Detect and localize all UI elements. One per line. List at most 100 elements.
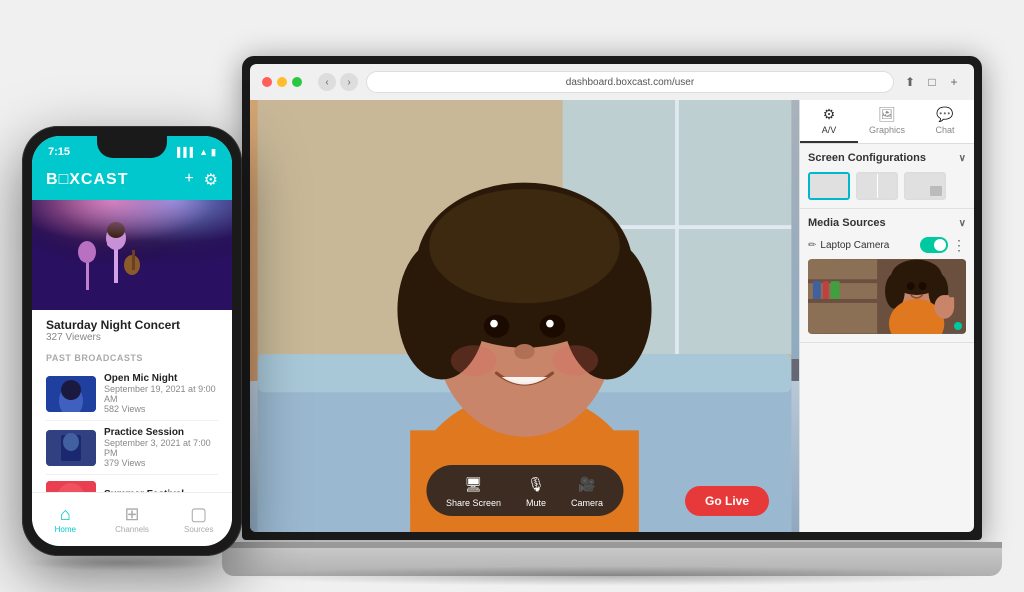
- av-tab-icon: ⚙: [823, 106, 836, 123]
- config-full-screen[interactable]: [808, 172, 850, 200]
- source-item-header: ✏ Laptop Camera ⋮: [808, 237, 966, 253]
- media-sources-label: Media Sources: [808, 217, 886, 229]
- home-icon: ⌂: [60, 505, 71, 523]
- status-time: 7:15: [48, 146, 70, 158]
- camera-label: Camera: [571, 498, 603, 508]
- camera-toggle[interactable]: [920, 237, 948, 253]
- maximize-button[interactable]: [292, 77, 302, 87]
- camera-preview-image: [808, 259, 966, 334]
- share-screen-button[interactable]: 🖥 Share Screen: [446, 473, 501, 508]
- video-area: 🖥 Share Screen 🎙 Mute 🎥 Camera: [250, 100, 799, 532]
- status-icons: ▌▌▌ ▲ ▮: [177, 147, 216, 158]
- camera-button[interactable]: 🎥 Camera: [571, 473, 603, 508]
- signal-icon: ▌▌▌: [177, 147, 196, 157]
- config-pip-preview: [930, 186, 942, 196]
- broadcast-info-2: Practice Session September 3, 2021 at 7:…: [104, 427, 218, 468]
- url-text: dashboard.boxcast.com/user: [566, 77, 694, 88]
- thumb-image-1: [46, 376, 96, 412]
- phone-body: 7:15 ▌▌▌ ▲ ▮ B□XCAST + ⚙: [22, 126, 242, 556]
- av-tab-label: A/V: [822, 125, 837, 135]
- screen-configurations-label: Screen Configurations: [808, 152, 926, 164]
- edit-source-icon[interactable]: ✏: [808, 240, 816, 251]
- minimize-button[interactable]: [277, 77, 287, 87]
- featured-broadcast-title: Saturday Night Concert: [46, 318, 218, 332]
- url-bar[interactable]: dashboard.boxcast.com/user: [366, 71, 894, 93]
- media-sources-chevron-icon[interactable]: ∨: [959, 218, 966, 229]
- chat-tab-label: Chat: [935, 125, 954, 135]
- video-feed: 🖥 Share Screen 🎙 Mute 🎥 Camera: [250, 100, 799, 532]
- mute-button[interactable]: 🎙 Mute: [525, 473, 547, 508]
- broadcast-date-1: September 19, 2021 at 9:00 AM: [104, 384, 218, 404]
- graphics-tab-label: Graphics: [869, 125, 905, 135]
- add-broadcast-icon[interactable]: +: [184, 170, 193, 190]
- screen-config-chevron-icon[interactable]: ∨: [959, 153, 966, 164]
- channels-label: Channels: [115, 525, 149, 534]
- right-sidebar: ⚙ A/V 🖼 Graphics 💬 Chat: [799, 100, 974, 532]
- share-icon[interactable]: ⬆: [902, 74, 918, 90]
- app-header: B□XCAST + ⚙: [32, 164, 232, 200]
- featured-viewers-count: 327 Viewers: [46, 332, 218, 343]
- go-live-button[interactable]: Go Live: [685, 486, 769, 516]
- mute-label: Mute: [526, 498, 546, 508]
- laptop-shadow: [232, 566, 992, 586]
- mute-icon: 🎙: [525, 473, 547, 495]
- home-label: Home: [55, 525, 76, 534]
- phone-screen: 7:15 ▌▌▌ ▲ ▮ B□XCAST + ⚙: [32, 136, 232, 546]
- tab-chat[interactable]: 💬 Chat: [916, 100, 974, 143]
- forward-button[interactable]: ›: [340, 73, 358, 91]
- broadcast-views-2: 379 Views: [104, 458, 218, 468]
- sources-icon: ▢: [190, 505, 207, 523]
- laptop-camera-label: Laptop Camera: [820, 240, 889, 251]
- laptop: ‹ › dashboard.boxcast.com/user ⬆ □ +: [222, 56, 1002, 576]
- nav-item-channels[interactable]: ⊞ Channels: [99, 493, 166, 546]
- featured-broadcast-image[interactable]: [32, 200, 232, 310]
- media-sources-header: Media Sources ∨: [808, 217, 966, 229]
- broadcast-name-1: Open Mic Night: [104, 373, 218, 384]
- broadcast-item-1[interactable]: Open Mic Night September 19, 2021 at 9:0…: [46, 367, 218, 421]
- more-options-button[interactable]: ⋮: [952, 238, 966, 252]
- broadcast-info-1: Open Mic Night September 19, 2021 at 9:0…: [104, 373, 218, 414]
- broadcast-date-2: September 3, 2021 at 7:00 PM: [104, 438, 218, 458]
- phone-notch: [97, 136, 167, 158]
- tab-av[interactable]: ⚙ A/V: [800, 100, 858, 143]
- camera-active-indicator: [954, 322, 962, 330]
- nav-item-home[interactable]: ⌂ Home: [32, 493, 99, 546]
- laptop-camera-source: ✏ Laptop Camera ⋮: [808, 237, 966, 334]
- source-name-container: ✏ Laptop Camera: [808, 240, 916, 251]
- phone-shadow: [22, 555, 222, 571]
- browser-actions: ⬆ □ +: [902, 74, 962, 90]
- laptop-screen: ‹ › dashboard.boxcast.com/user ⬆ □ +: [242, 56, 982, 540]
- config-split-screen[interactable]: [856, 172, 898, 200]
- boxcast-logo: B□XCAST: [46, 171, 128, 189]
- sources-label: Sources: [184, 525, 213, 534]
- browser-navigation: ‹ ›: [318, 73, 358, 91]
- config-small-screen[interactable]: [904, 172, 946, 200]
- settings-icon[interactable]: ⚙: [204, 170, 218, 190]
- broadcast-item-2[interactable]: Practice Session September 3, 2021 at 7:…: [46, 421, 218, 475]
- past-broadcasts-label: PAST BROADCASTS: [32, 347, 232, 367]
- nav-item-sources[interactable]: ▢ Sources: [165, 493, 232, 546]
- close-button[interactable]: [262, 77, 272, 87]
- app-content: 🖥 Share Screen 🎙 Mute 🎥 Camera: [250, 100, 974, 532]
- tab-graphics[interactable]: 🖼 Graphics: [858, 100, 916, 143]
- wifi-icon: ▲: [199, 147, 208, 157]
- broadcast-name-2: Practice Session: [104, 427, 218, 438]
- bookmark-icon[interactable]: □: [924, 74, 940, 90]
- screen-configurations-header: Screen Configurations ∨: [808, 152, 966, 164]
- traffic-lights: [262, 77, 302, 87]
- media-sources-section: Media Sources ∨ ✏ Laptop Camera: [800, 209, 974, 343]
- screen-configurations-list: [808, 172, 966, 200]
- config-split-preview: [858, 174, 896, 198]
- stage-lights: [32, 200, 232, 250]
- chat-tab-icon: 💬: [936, 106, 953, 123]
- screen-configurations-section: Screen Configurations ∨: [800, 144, 974, 209]
- new-tab-icon[interactable]: +: [946, 74, 962, 90]
- phone: 7:15 ▌▌▌ ▲ ▮ B□XCAST + ⚙: [22, 126, 242, 556]
- thumb-image-2: [46, 430, 96, 466]
- channels-icon: ⊞: [124, 505, 139, 523]
- share-screen-icon: 🖥: [462, 473, 484, 495]
- camera-icon: 🎥: [576, 473, 598, 495]
- broadcast-views-1: 582 Views: [104, 404, 218, 414]
- back-button[interactable]: ‹: [318, 73, 336, 91]
- camera-preview: [808, 259, 966, 334]
